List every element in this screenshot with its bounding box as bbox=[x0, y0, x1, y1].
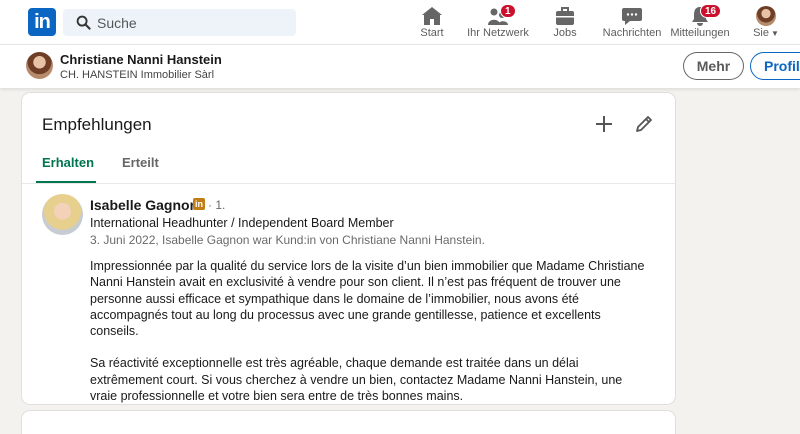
next-section-card bbox=[22, 411, 675, 434]
linkedin-premium-icon: in bbox=[193, 198, 205, 210]
recommendations-card: Empfehlungen Erhalten Erteilt Isabelle G… bbox=[22, 93, 675, 404]
recommendation-paragraph: Sa réactivité exceptionnelle est très ag… bbox=[90, 356, 623, 404]
linkedin-logo-icon[interactable]: in bbox=[28, 8, 56, 36]
recommendation-paragraph: Impressionnée par la qualité du service … bbox=[90, 259, 645, 339]
profile-company: CH. HANSTEIN Immobilier Sàrl bbox=[60, 69, 215, 81]
nav-label: Ihr Netzwerk bbox=[467, 27, 529, 39]
nav-mitteilungen[interactable]: 16 Mitteilungen bbox=[669, 4, 731, 42]
notifications-badge: 16 bbox=[700, 4, 722, 18]
nav-label: Mitteilungen bbox=[670, 27, 730, 39]
messaging-icon bbox=[622, 8, 642, 25]
avatar[interactable] bbox=[26, 52, 53, 79]
recommender-avatar[interactable] bbox=[42, 194, 83, 235]
add-icon[interactable] bbox=[593, 113, 615, 135]
more-button[interactable]: Mehr bbox=[683, 52, 744, 80]
edit-pencil-icon[interactable] bbox=[633, 113, 655, 135]
recommendations-tabs: Erhalten Erteilt bbox=[22, 145, 675, 184]
profile-sticky-bar: Christiane Nanni Hanstein CH. HANSTEIN I… bbox=[0, 45, 800, 88]
briefcase-icon bbox=[556, 7, 574, 25]
active-tab-indicator bbox=[36, 181, 96, 183]
nav-label: Jobs bbox=[553, 27, 577, 39]
recommender-headline: International Headhunter / Independent B… bbox=[90, 216, 394, 230]
chevron-down-icon: ▼ bbox=[770, 29, 779, 38]
tab-erhalten[interactable]: Erhalten bbox=[42, 155, 94, 170]
connection-degree: · 1. bbox=[208, 198, 226, 212]
search-input[interactable]: Suche bbox=[63, 9, 296, 36]
nav-jobs[interactable]: Jobs bbox=[543, 4, 587, 42]
recommendation-text: Impressionnée par la qualité du service … bbox=[90, 258, 650, 420]
recommender-name[interactable]: Isabelle Gagnon bbox=[90, 197, 198, 213]
network-badge: 1 bbox=[500, 4, 516, 18]
top-navigation: in Suche Start 1 Ihr Netzwerk Jobs Nachr… bbox=[0, 0, 800, 45]
nav-nachrichten[interactable]: Nachrichten bbox=[601, 4, 663, 42]
section-title: Empfehlungen bbox=[42, 115, 152, 134]
home-icon bbox=[422, 7, 442, 25]
nav-ihr-netzwerk[interactable]: 1 Ihr Netzwerk bbox=[464, 4, 532, 42]
search-icon bbox=[76, 15, 91, 30]
search-placeholder: Suche bbox=[97, 15, 137, 31]
nav-start[interactable]: Start bbox=[408, 4, 456, 42]
nav-sie[interactable]: Sie ▼ bbox=[744, 4, 788, 42]
tab-erteilt[interactable]: Erteilt bbox=[122, 155, 159, 170]
nav-label: Nachrichten bbox=[602, 27, 662, 39]
recommendation-meta: 3. Juni 2022, Isabelle Gagnon war Kund:i… bbox=[90, 233, 485, 247]
nav-label: Start bbox=[420, 27, 444, 39]
profile-button[interactable]: Profil bbox=[750, 52, 800, 80]
nav-label: Sie ▼ bbox=[753, 27, 779, 39]
profile-name: Christiane Nanni Hanstein bbox=[60, 52, 222, 67]
me-avatar bbox=[756, 6, 776, 26]
